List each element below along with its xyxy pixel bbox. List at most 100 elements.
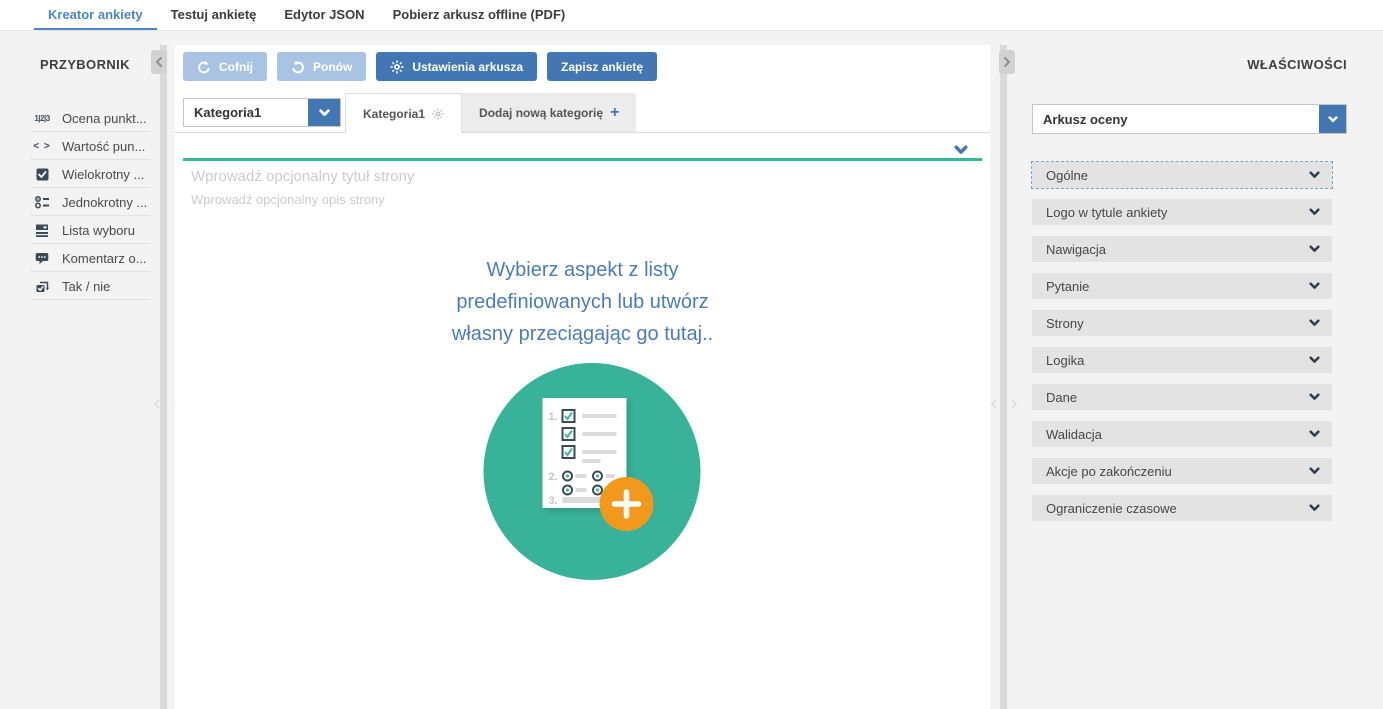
undo-button[interactable]: Cofnij <box>183 52 267 81</box>
toolbox-list: 1|2|3 Ocena punkt... < > Wartość pun... … <box>0 104 160 300</box>
section-label: Akcje po zakończeniu <box>1046 464 1172 479</box>
category-select-value: Kategoria1 <box>184 99 308 126</box>
settings-label: Ustawienia arkusza <box>412 60 523 74</box>
accordion-section-time-limit[interactable]: Ograniczenie czasowe <box>1032 495 1332 521</box>
section-label: Ograniczenie czasowe <box>1046 501 1177 516</box>
section-label: Logo w tytule ankiety <box>1046 205 1167 220</box>
survey-canvas: Cofnij Ponów Ustawienia arkusza Zapisz a… <box>175 45 990 709</box>
toolbox-item-rating[interactable]: 1|2|3 Ocena punkt... <box>0 104 160 132</box>
chevron-down-icon <box>1309 504 1320 512</box>
empty-page-drop-message: Wybierz aspekt z listy predefiniowanych … <box>433 254 733 350</box>
undo-label: Cofnij <box>219 60 253 74</box>
add-question-plus-icon <box>599 477 653 531</box>
properties-title: WŁAŚCIWOŚCI <box>1247 57 1347 72</box>
svg-text:1.: 1. <box>548 411 557 423</box>
accordion-section-data[interactable]: Dane <box>1032 384 1332 410</box>
accordion-section-logic[interactable]: Logika <box>1032 347 1332 373</box>
category-tab-label: Kategoria1 <box>363 107 425 121</box>
section-label: Nawigacja <box>1046 242 1106 257</box>
undo-icon <box>197 60 211 74</box>
save-survey-button[interactable]: Zapisz ankietę <box>547 52 657 81</box>
section-label: Strony <box>1046 316 1084 331</box>
toolbox-item-value[interactable]: < > Wartość pun... <box>0 132 160 160</box>
empty-page-illustration: 1. 2. <box>483 363 700 580</box>
chevron-down-icon <box>319 109 330 117</box>
left-splitter[interactable] <box>160 45 167 709</box>
redo-label: Ponów <box>313 60 352 74</box>
chevron-down-icon <box>1309 208 1320 216</box>
plus-icon: + <box>610 105 619 121</box>
dropdown-icon <box>30 223 54 237</box>
boolean-icon <box>30 279 54 293</box>
selected-element-select[interactable]: Arkusz oceny <box>1032 104 1347 134</box>
section-label: Ogólne <box>1046 168 1088 183</box>
toolbox-item-radiogroup[interactable]: Jednokrotny ... <box>0 188 160 216</box>
gear-icon <box>390 60 404 74</box>
section-label: Walidacja <box>1046 427 1102 442</box>
comment-icon <box>30 251 54 265</box>
toolbox-item-label: Wielokrotny ... <box>62 167 144 182</box>
toolbox-item-label: Lista wyboru <box>62 223 135 238</box>
radiogroup-icon <box>30 195 54 209</box>
survey-settings-button[interactable]: Ustawienia arkusza <box>376 52 537 81</box>
canvas-toolbar: Cofnij Ponów Ustawienia arkusza Zapisz a… <box>183 52 657 81</box>
accordion-section-logo[interactable]: Logo w tytule ankiety <box>1032 199 1332 225</box>
category-select[interactable]: Kategoria1 <box>183 98 341 127</box>
tab-test-survey[interactable]: Testuj ankietę <box>157 0 271 30</box>
toolbox-item-label: Komentarz o... <box>62 251 147 266</box>
chevron-down-icon <box>1309 356 1320 364</box>
page-description-placeholder[interactable]: Wprowadź opcjonalny opis strony <box>191 192 385 207</box>
accordion-section-validation[interactable]: Walidacja <box>1032 421 1332 447</box>
toolbox-item-dropdown[interactable]: Lista wyboru <box>0 216 160 244</box>
tab-json-editor[interactable]: Edytor JSON <box>270 0 378 30</box>
accordion-section-pages[interactable]: Strony <box>1032 310 1332 336</box>
accordion-section-navigation[interactable]: Nawigacja <box>1032 236 1332 262</box>
toolbox-panel: PRZYBORNIK 1|2|3 Ocena punkt... < > Wart… <box>0 31 160 709</box>
tab-survey-creator[interactable]: Kreator ankiety <box>34 0 157 30</box>
page-accent-line <box>183 158 982 161</box>
add-category-label: Dodaj nową kategorię <box>479 106 603 120</box>
section-label: Dane <box>1046 390 1077 405</box>
redo-icon <box>291 60 305 74</box>
accordion-section-completion-actions[interactable]: Akcje po zakończeniu <box>1032 458 1332 484</box>
add-category-tab[interactable]: Dodaj nową kategorię + <box>462 93 636 132</box>
toolbox-item-label: Jednokrotny ... <box>62 195 147 210</box>
toolbox-item-boolean[interactable]: Tak / nie <box>0 272 160 300</box>
category-gear-icon[interactable] <box>432 108 444 120</box>
main-tab-bar: Kreator ankiety Testuj ankietę Edytor JS… <box>0 0 1383 31</box>
category-select-button[interactable] <box>308 99 340 126</box>
save-label: Zapisz ankietę <box>561 60 643 74</box>
toolbox-item-label: Wartość pun... <box>62 139 145 154</box>
svg-text:3.: 3. <box>548 495 557 507</box>
redo-button[interactable]: Ponów <box>277 52 366 81</box>
value-icon: < > <box>30 141 54 152</box>
category-tab-kategoria1[interactable]: Kategoria1 <box>345 93 462 133</box>
chevron-left-icon <box>156 57 162 67</box>
chevron-down-icon <box>1309 467 1320 475</box>
section-label: Pytanie <box>1046 279 1089 294</box>
toolbox-item-comment[interactable]: Komentarz o... <box>0 244 160 272</box>
chevron-down-icon <box>1309 171 1320 179</box>
properties-panel: WŁAŚCIWOŚCI Arkusz oceny Ogólne Logo w t… <box>1008 31 1383 709</box>
chevron-down-icon <box>1309 319 1320 327</box>
selected-element-select-button[interactable] <box>1319 105 1346 133</box>
selected-element-value: Arkusz oceny <box>1033 105 1319 133</box>
chevron-down-icon <box>1328 116 1338 123</box>
checkbox-icon <box>30 168 54 181</box>
chevron-down-icon <box>1309 282 1320 290</box>
chevron-down-icon <box>1309 245 1320 253</box>
tab-download-offline-pdf[interactable]: Pobierz arkusz offline (PDF) <box>379 0 580 30</box>
page-title-placeholder[interactable]: Wprowadź opcjonalny tytuł strony <box>191 168 414 185</box>
collapse-toolbox-button[interactable] <box>151 50 167 74</box>
chevron-down-icon <box>954 145 968 155</box>
chevron-down-icon <box>1309 430 1320 438</box>
toolbox-title: PRZYBORNIK <box>40 57 130 72</box>
accordion-section-question[interactable]: Pytanie <box>1032 273 1332 299</box>
section-label: Logika <box>1046 353 1084 368</box>
toolbox-item-checkbox[interactable]: Wielokrotny ... <box>0 160 160 188</box>
chevron-down-icon <box>1309 393 1320 401</box>
rating-icon: 1|2|3 <box>30 114 54 123</box>
accordion-section-general[interactable]: Ogólne <box>1032 162 1332 188</box>
right-splitter[interactable] <box>1000 45 1007 709</box>
toolbox-item-label: Ocena punkt... <box>62 111 147 126</box>
